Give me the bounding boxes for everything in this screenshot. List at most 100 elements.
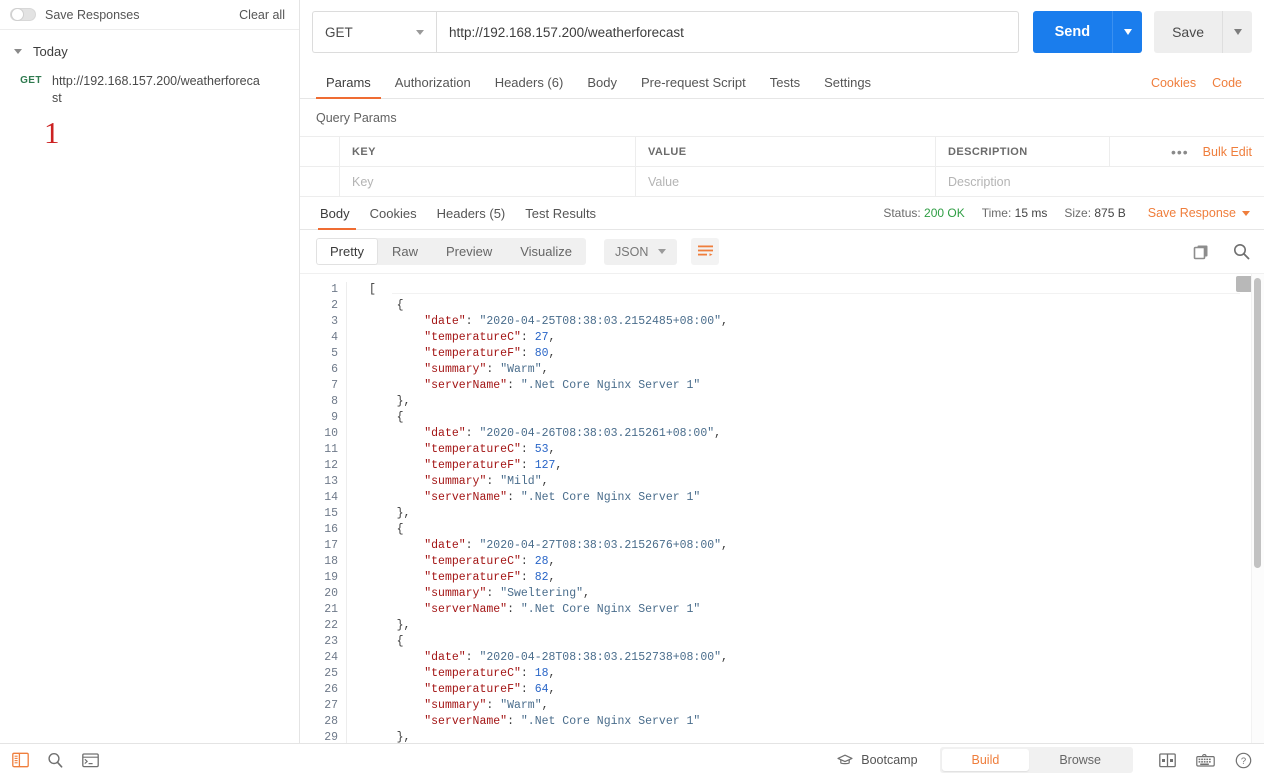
time-label: Time: [981, 206, 1012, 220]
status-bar-left [12, 752, 99, 769]
response-body-viewer: 1 2 3 4 5 6 7 8 9 10 11 12 13 14 15 16 1… [300, 273, 1264, 743]
save-button[interactable]: Save [1154, 11, 1222, 53]
sidebar-toggle-button[interactable] [12, 752, 29, 768]
search-body-button[interactable] [1233, 243, 1250, 260]
size-value: 875 B [1094, 206, 1126, 220]
row-checkbox-cell [300, 137, 340, 166]
history-item[interactable]: GET http://192.168.157.200/weatherforeca… [0, 67, 299, 113]
column-header-key: KEY [340, 137, 636, 166]
bootcamp-label: Bootcamp [861, 753, 918, 767]
json-code-content: [ { "date": "2020-04-25T08:38:03.2152485… [346, 282, 1264, 743]
search-icon [48, 752, 63, 768]
bulk-edit-button[interactable]: Bulk Edit [1203, 145, 1252, 159]
param-key-input[interactable]: Key [340, 167, 636, 196]
tab-headers[interactable]: Headers (6) [483, 76, 576, 98]
code-link[interactable]: Code [1204, 76, 1250, 99]
status-bar-right: ? [1159, 752, 1252, 769]
line-number-gutter: 1 2 3 4 5 6 7 8 9 10 11 12 13 14 15 16 1… [300, 274, 346, 743]
postman-window: Save Responses Clear all Today GET http:… [0, 0, 1264, 776]
tab-pre-request-script[interactable]: Pre-request Script [629, 76, 758, 98]
history-list: Today GET http://192.168.157.200/weather… [0, 30, 299, 743]
response-size: Size: 875 B [1064, 206, 1125, 220]
send-button-group: Send [1032, 11, 1143, 53]
row-checkbox-cell[interactable] [300, 167, 340, 196]
mode-build[interactable]: Build [941, 749, 1030, 771]
save-options-button[interactable] [1222, 11, 1252, 53]
query-params-input-row: Key Value Description [300, 166, 1264, 196]
query-params-title: Query Params [316, 111, 397, 125]
query-params-header-row: KEY VALUE DESCRIPTION ••• Bulk Edit [300, 136, 1264, 166]
column-header-value: VALUE [636, 137, 936, 166]
tab-params[interactable]: Params [314, 76, 383, 99]
response-viewer-toolbar: Pretty Raw Preview Visualize JSON [300, 230, 1264, 273]
send-options-button[interactable] [1112, 11, 1143, 53]
chevron-down-icon [1242, 210, 1250, 216]
column-header-description: DESCRIPTION [948, 145, 1028, 158]
chevron-down-icon [1123, 29, 1132, 35]
more-options-icon[interactable]: ••• [1171, 145, 1189, 159]
vertical-scrollbar-track[interactable] [1251, 274, 1264, 743]
copy-icon [1193, 245, 1208, 259]
query-params-table: KEY VALUE DESCRIPTION ••• Bulk Edit Key … [300, 136, 1264, 197]
find-button[interactable] [47, 752, 64, 769]
response-status: Status: 200 OK [883, 206, 964, 220]
svg-text:?: ? [1241, 756, 1246, 767]
bootcamp-button[interactable]: Bootcamp [837, 753, 918, 767]
vertical-scrollbar-thumb[interactable] [1254, 278, 1261, 568]
response-format-select[interactable]: JSON [604, 238, 678, 265]
request-tabs: Params Authorization Headers (6) Body Pr… [300, 64, 1264, 99]
response-tab-cookies[interactable]: Cookies [360, 197, 427, 229]
status-bar: Bootcamp Build Browse ? [0, 743, 1264, 776]
url-bar: GET Send Save [300, 0, 1264, 64]
response-tab-headers[interactable]: Headers (5) [427, 197, 516, 229]
mode-browse[interactable]: Browse [1029, 749, 1131, 771]
view-tab-raw[interactable]: Raw [378, 238, 432, 265]
help-icon: ? [1235, 752, 1252, 768]
code-scroll-region[interactable]: [ { "date": "2020-04-25T08:38:03.2152485… [346, 274, 1264, 743]
send-button[interactable]: Send [1032, 11, 1113, 53]
tab-authorization[interactable]: Authorization [383, 76, 483, 98]
save-responses-label: Save Responses [45, 7, 140, 22]
cookies-link[interactable]: Cookies [1143, 76, 1204, 99]
history-group-today[interactable]: Today [0, 36, 299, 67]
http-method-select[interactable]: GET [312, 11, 436, 53]
keyboard-shortcuts-button[interactable] [1196, 753, 1215, 767]
tab-tests[interactable]: Tests [758, 76, 812, 98]
history-item-url: http://192.168.157.200/weatherforecast [52, 74, 260, 105]
param-value-input[interactable]: Value [636, 167, 936, 196]
toggle-knob [11, 8, 24, 21]
status-label: Status: [883, 206, 921, 220]
save-responses-toggle[interactable] [10, 8, 36, 21]
chevron-down-icon [14, 49, 22, 54]
graduation-cap-icon [837, 754, 853, 764]
chevron-down-icon [1233, 29, 1242, 35]
response-tab-body[interactable]: Body [314, 197, 360, 230]
time-value: 15 ms [1014, 206, 1048, 220]
history-sidebar: Save Responses Clear all Today GET http:… [0, 0, 300, 743]
tab-body[interactable]: Body [575, 76, 629, 98]
response-format-value: JSON [615, 244, 649, 259]
console-icon [82, 752, 99, 767]
tab-settings[interactable]: Settings [812, 76, 883, 98]
param-description-input[interactable]: Description [936, 167, 1264, 196]
wrap-text-icon [697, 245, 713, 256]
two-pane-layout-button[interactable] [1159, 752, 1176, 768]
view-tab-pretty[interactable]: Pretty [316, 238, 378, 265]
request-url-input[interactable] [436, 11, 1019, 53]
response-tab-test-results[interactable]: Test Results [515, 197, 606, 229]
response-tabs: Body Cookies Headers (5) Test Results St… [300, 197, 1264, 230]
view-mode-group: Pretty Raw Preview Visualize [316, 238, 587, 265]
history-group-label: Today [33, 44, 68, 59]
sidebar-toggle-icon [12, 752, 29, 768]
two-pane-layout-icon [1159, 752, 1176, 767]
save-button-group: Save [1154, 11, 1252, 53]
console-button[interactable] [82, 752, 99, 768]
copy-button[interactable] [1193, 244, 1209, 260]
help-button[interactable]: ? [1235, 752, 1252, 769]
clear-all-button[interactable]: Clear all [239, 8, 285, 22]
request-response-pane: GET Send Save Params Authorization Heade… [300, 0, 1264, 743]
view-tab-preview[interactable]: Preview [432, 238, 506, 265]
view-tab-visualize[interactable]: Visualize [506, 238, 586, 265]
wrap-text-button[interactable] [691, 238, 720, 265]
save-response-button[interactable]: Save Response [1148, 206, 1250, 220]
